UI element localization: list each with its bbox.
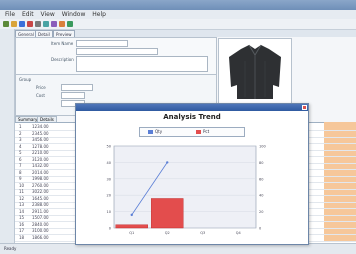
cost-label: Cost — [36, 93, 45, 98]
bar-pct — [115, 224, 148, 229]
row-index: 4 — [19, 143, 22, 149]
bar-pct — [151, 198, 184, 229]
plot-area — [113, 145, 257, 229]
y-tick-label: 30 — [107, 177, 111, 181]
row-value: 1507.00 — [32, 215, 49, 220]
y-tick-label: 20 — [107, 194, 111, 198]
menu-file[interactable]: File — [5, 11, 15, 18]
row-value: 1866.00 — [32, 234, 49, 240]
y-tick-label: 0 — [109, 227, 111, 231]
row-value: 1998.00 — [32, 176, 49, 181]
jacket-image — [229, 44, 281, 99]
y2-tick-label: 60 — [259, 177, 263, 181]
y2-tick-label: 100 — [259, 145, 266, 149]
y2-tick-label: 0 — [259, 227, 261, 231]
save-icon[interactable] — [19, 21, 25, 27]
menu-bar: File Edit View Window Help — [0, 10, 356, 19]
row-value: 2210.00 — [32, 150, 49, 155]
y2-tick-label: 20 — [259, 210, 263, 214]
row-index: 9 — [19, 176, 22, 181]
row-index: 3 — [19, 137, 22, 142]
row-value: 1278.00 — [32, 143, 49, 149]
print-icon[interactable] — [35, 21, 41, 27]
y2-tick-label: 80 — [259, 161, 263, 165]
description-field[interactable] — [76, 56, 208, 72]
row-value: 1234.00 — [32, 124, 49, 129]
row-index: 16 — [19, 221, 25, 227]
export-icon[interactable] — [59, 21, 65, 27]
menu-help[interactable]: Help — [92, 11, 106, 18]
status-text: Ready — [4, 246, 17, 251]
row-value: 3100.00 — [32, 228, 49, 233]
x-tick-label: Q4 — [236, 231, 242, 235]
row-index: 15 — [19, 215, 25, 220]
row-index: 17 — [19, 228, 25, 233]
row-index: 6 — [19, 156, 22, 162]
row-value: 3456.00 — [32, 137, 49, 142]
row-index: 11 — [19, 189, 25, 194]
row-value: 3022.00 — [32, 189, 49, 194]
y-tick-label: 50 — [107, 145, 111, 149]
trend-chart: 0 10 20 30 40 50 0 20 40 60 80 100 Q1 Q2 Q3 Q4 — [107, 145, 266, 236]
new-icon[interactable] — [3, 21, 9, 27]
row-index: 1 — [19, 124, 22, 129]
row-index: 12 — [19, 195, 25, 201]
row-value: 3120.00 — [32, 156, 49, 162]
app-window: File Edit View Window Help General Detai… — [0, 0, 356, 254]
row-index: 13 — [19, 202, 25, 207]
menu-view[interactable]: View — [41, 11, 55, 18]
row-index: 18 — [19, 234, 25, 240]
open-icon[interactable] — [11, 21, 17, 27]
row-index: 5 — [19, 150, 22, 155]
line-point — [130, 213, 133, 217]
item-name-field[interactable] — [76, 48, 158, 55]
row-value: 2345.00 — [32, 130, 49, 136]
price-field[interactable] — [61, 84, 93, 91]
window-titlebar — [0, 0, 356, 10]
x-tick-label: Q2 — [165, 231, 170, 235]
row-index: 8 — [19, 169, 22, 175]
price-label: Price — [36, 85, 46, 90]
menu-edit[interactable]: Edit — [22, 11, 34, 18]
chart-icon[interactable] — [51, 21, 57, 27]
toolbar — [0, 19, 356, 30]
x-tick-label: Q1 — [129, 231, 134, 235]
row-index: 2 — [19, 130, 22, 136]
row-value: 2760.00 — [32, 182, 49, 188]
description-label: Description — [51, 57, 74, 62]
search-icon[interactable] — [43, 21, 49, 27]
row-value: 2911.00 — [32, 208, 49, 214]
row-value: 2388.00 — [32, 202, 49, 207]
y-tick-label: 40 — [107, 161, 111, 165]
item-no-label: Item Name — [51, 41, 74, 46]
group-label: Group — [19, 77, 32, 82]
analysis-trend-dialog: Analysis Trend Qty Pct 0 10 20 30 40 50 0 20 40 6… — [75, 103, 309, 245]
cost-field[interactable] — [61, 92, 85, 99]
refresh-icon[interactable] — [67, 21, 73, 27]
row-value: 2840.00 — [32, 221, 49, 227]
line-point — [166, 161, 169, 164]
y-tick-label: 10 — [107, 210, 111, 214]
item-no-field[interactable] — [76, 40, 128, 47]
row-value: 1645.00 — [32, 195, 49, 201]
row-index: 10 — [19, 182, 25, 188]
x-tick-label: Q3 — [200, 231, 205, 235]
row-index: 14 — [19, 208, 25, 214]
left-navigation-pane[interactable] — [0, 29, 15, 254]
product-photo — [218, 38, 292, 106]
row-value: 2014.00 — [32, 169, 49, 175]
y2-tick-label: 40 — [259, 194, 263, 198]
row-value: 1432.00 — [32, 163, 49, 168]
menu-window[interactable]: Window — [62, 11, 86, 18]
row-index: 7 — [19, 163, 22, 168]
delete-icon[interactable] — [27, 21, 33, 27]
